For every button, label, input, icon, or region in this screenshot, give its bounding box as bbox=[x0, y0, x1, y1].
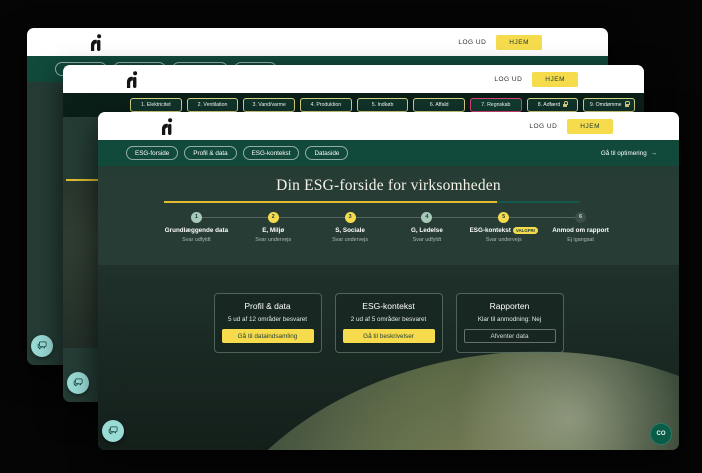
tab-regnskab[interactable]: 7. Regnskab bbox=[470, 98, 522, 112]
card-profil-data: Profil & data 5 ud af 12 områder besvare… bbox=[214, 293, 322, 353]
nav-pills: ESG-forside Profil & data ESG-kontekst D… bbox=[126, 146, 348, 160]
home-button[interactable]: HJEM bbox=[532, 72, 578, 87]
step-anmod-om-rapport[interactable]: 6 Anmod om rapport Ej igangsat bbox=[542, 212, 619, 244]
nav-pill-esg-forside[interactable]: ESG-forside bbox=[126, 146, 178, 160]
window-front: LOG UD HJEM ESG-forside Profil & data ES… bbox=[98, 112, 679, 450]
step-ledelse[interactable]: 4 G, Ledelse Svar udfyldt bbox=[388, 212, 465, 244]
home-button[interactable]: HJEM bbox=[567, 119, 613, 134]
tab-elektricitet[interactable]: 1. Elektricitet bbox=[130, 98, 182, 112]
lock-icon bbox=[563, 104, 567, 107]
nav-pill-esg-kontekst[interactable]: ESG-kontekst bbox=[243, 146, 300, 160]
optimize-link[interactable]: Gå til optimering → bbox=[601, 150, 657, 157]
step-grundlaeggende-data[interactable]: 1 Grundlæggende data Svar udfyldt bbox=[158, 212, 235, 244]
step-label: Anmod om rapport bbox=[552, 227, 609, 234]
step-circle: 4 bbox=[421, 212, 432, 223]
step-esg-kontekst[interactable]: 5 ESG-kontekst VALGFRI Svar undervejs bbox=[465, 212, 542, 244]
step-circle: 1 bbox=[191, 212, 202, 223]
step-circle: 2 bbox=[268, 212, 279, 223]
card-subtitle: 2 ud af 5 områder besvaret bbox=[351, 316, 427, 323]
step-label: Grundlæggende data bbox=[165, 227, 228, 234]
card-rapporten: Rapporten Klar til anmodning: Nej Afvent… bbox=[456, 293, 564, 353]
tab-indkob[interactable]: 5. Indkøb bbox=[357, 98, 409, 112]
page-title: Din ESG-forside for virksomheden bbox=[98, 177, 679, 195]
card-title: Profil & data bbox=[244, 301, 290, 311]
tab-vand-varme[interactable]: 3. Vand/varme bbox=[243, 98, 295, 112]
hero-section: Din ESG-forside for virksomheden 1 Grund… bbox=[98, 177, 679, 276]
step-label: ESG-kontekst bbox=[470, 227, 511, 234]
app-logo-icon bbox=[89, 34, 103, 51]
step-label: E, Miljø bbox=[262, 227, 284, 234]
tab-produktion[interactable]: 4. Produktion bbox=[300, 98, 352, 112]
step-status: Svar undervejs bbox=[332, 237, 368, 243]
tab-label: 2. Ventilation bbox=[198, 102, 228, 108]
step-status: Svar undervejs bbox=[486, 237, 522, 243]
nav-pill-dataside[interactable]: Dataside bbox=[305, 146, 348, 160]
card-subtitle: Klar til anmodning: Nej bbox=[478, 316, 541, 323]
status-cards: Profil & data 5 ud af 12 områder besvare… bbox=[98, 293, 679, 353]
logout-link[interactable]: LOG UD bbox=[529, 123, 557, 130]
awaiting-data-button[interactable]: Afventer data bbox=[464, 329, 556, 343]
step-miljo[interactable]: 2 E, Miljø Svar undervejs bbox=[235, 212, 312, 244]
progress-stepper: 1 Grundlæggende data Svar udfyldt 2 E, M… bbox=[158, 212, 619, 244]
arrow-right-icon: → bbox=[651, 150, 657, 157]
step-circle: 6 bbox=[575, 212, 586, 223]
lock-icon bbox=[625, 104, 629, 107]
logout-link[interactable]: LOG UD bbox=[494, 76, 522, 83]
title-divider-progress bbox=[164, 201, 497, 203]
nav-pill-profil-data[interactable]: Profil & data bbox=[184, 146, 236, 160]
window-header: LOG UD HJEM bbox=[27, 28, 608, 56]
chat-icon bbox=[108, 424, 119, 439]
chat-icon bbox=[73, 376, 84, 391]
step-status: Svar undervejs bbox=[255, 237, 291, 243]
header-actions: LOG UD HJEM bbox=[458, 35, 542, 50]
chat-fab[interactable] bbox=[67, 372, 89, 394]
tab-label: 9. Omdømme bbox=[590, 102, 622, 108]
tab-label: 1. Elektricitet bbox=[141, 102, 171, 108]
header-actions: LOG UD HJEM bbox=[494, 72, 578, 87]
desktop-background: LOG UD HJEM ESG-forside Profil & data ES… bbox=[0, 0, 702, 473]
tab-omdomme[interactable]: 9. Omdømme bbox=[583, 98, 635, 112]
chat-fab[interactable] bbox=[102, 420, 124, 442]
page-content: Din ESG-forside for virksomheden 1 Grund… bbox=[98, 166, 679, 450]
step-circle: 5 bbox=[498, 212, 509, 223]
window-header: LOG UD HJEM bbox=[63, 65, 644, 93]
logout-link[interactable]: LOG UD bbox=[458, 39, 486, 46]
tab-ventilation[interactable]: 2. Ventilation bbox=[187, 98, 239, 112]
tab-affald[interactable]: 6. Affald bbox=[413, 98, 465, 112]
tab-adfaerd[interactable]: 8. Adfærd bbox=[527, 98, 579, 112]
card-subtitle: 5 ud af 12 områder besvaret bbox=[228, 316, 307, 323]
chat-fab[interactable] bbox=[31, 335, 53, 357]
tab-label: 5. Indkøb bbox=[372, 102, 394, 108]
app-logo-icon bbox=[125, 71, 139, 88]
step-status: Svar udfyldt bbox=[413, 237, 441, 243]
step-sociale[interactable]: 3 S, Sociale Svar undervejs bbox=[312, 212, 389, 244]
step-status: Ej igangsat bbox=[567, 237, 594, 243]
card-esg-kontekst: ESG-kontekst 2 ud af 5 områder besvaret … bbox=[335, 293, 443, 353]
step-label: S, Sociale bbox=[335, 227, 365, 234]
step-circle: 3 bbox=[345, 212, 356, 223]
optional-badge: VALGFRI bbox=[513, 227, 538, 234]
tab-label: 4. Produktion bbox=[311, 102, 342, 108]
step-label: G, Ledelse bbox=[411, 227, 443, 234]
header-actions: LOG UD HJEM bbox=[529, 119, 613, 134]
go-to-descriptions-button[interactable]: Gå til beskrivelser bbox=[343, 329, 435, 343]
window-header: LOG UD HJEM bbox=[98, 112, 679, 140]
tab-label: 7. Regnskab bbox=[481, 102, 510, 108]
co-badge[interactable]: CO bbox=[650, 423, 672, 445]
card-title: ESG-kontekst bbox=[362, 301, 414, 311]
tab-label: 8. Adfærd bbox=[538, 102, 561, 108]
go-to-data-collection-button[interactable]: Gå til dataindsamling bbox=[222, 329, 314, 343]
step-status: Svar udfyldt bbox=[182, 237, 210, 243]
tab-label: 3. Vand/varme bbox=[253, 102, 286, 108]
optimize-label: Gå til optimering bbox=[601, 150, 647, 157]
home-button[interactable]: HJEM bbox=[496, 35, 542, 50]
chat-icon bbox=[37, 339, 48, 354]
title-divider bbox=[164, 201, 580, 203]
status-section: Profil & data 5 ud af 12 områder besvare… bbox=[98, 265, 679, 450]
tab-label: 6. Affald bbox=[430, 102, 449, 108]
pill-navbar: ESG-forside Profil & data ESG-kontekst D… bbox=[98, 140, 679, 166]
card-title: Rapporten bbox=[490, 301, 530, 311]
app-logo-icon bbox=[160, 118, 174, 135]
